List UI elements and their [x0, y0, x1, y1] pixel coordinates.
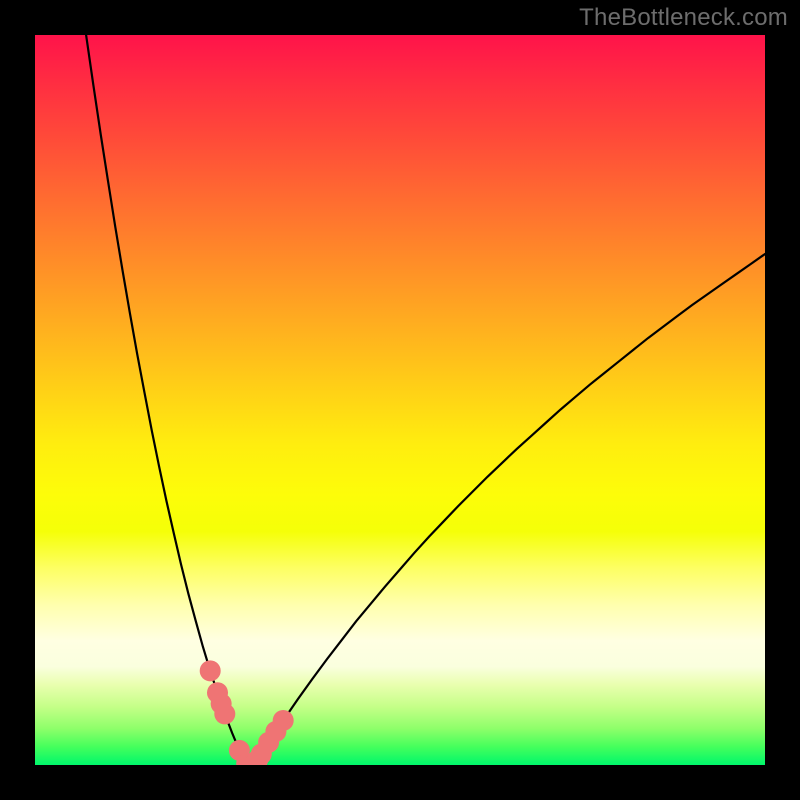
- curve-markers: [200, 660, 294, 765]
- chart-plot-area: [35, 35, 765, 765]
- curve-marker: [214, 703, 235, 724]
- watermark-text: TheBottleneck.com: [579, 4, 788, 32]
- chart-frame: TheBottleneck.com: [0, 0, 800, 800]
- chart-svg: [35, 35, 765, 765]
- curve-marker: [200, 660, 221, 681]
- bottleneck-curve: [86, 35, 765, 765]
- curve-marker: [273, 710, 294, 731]
